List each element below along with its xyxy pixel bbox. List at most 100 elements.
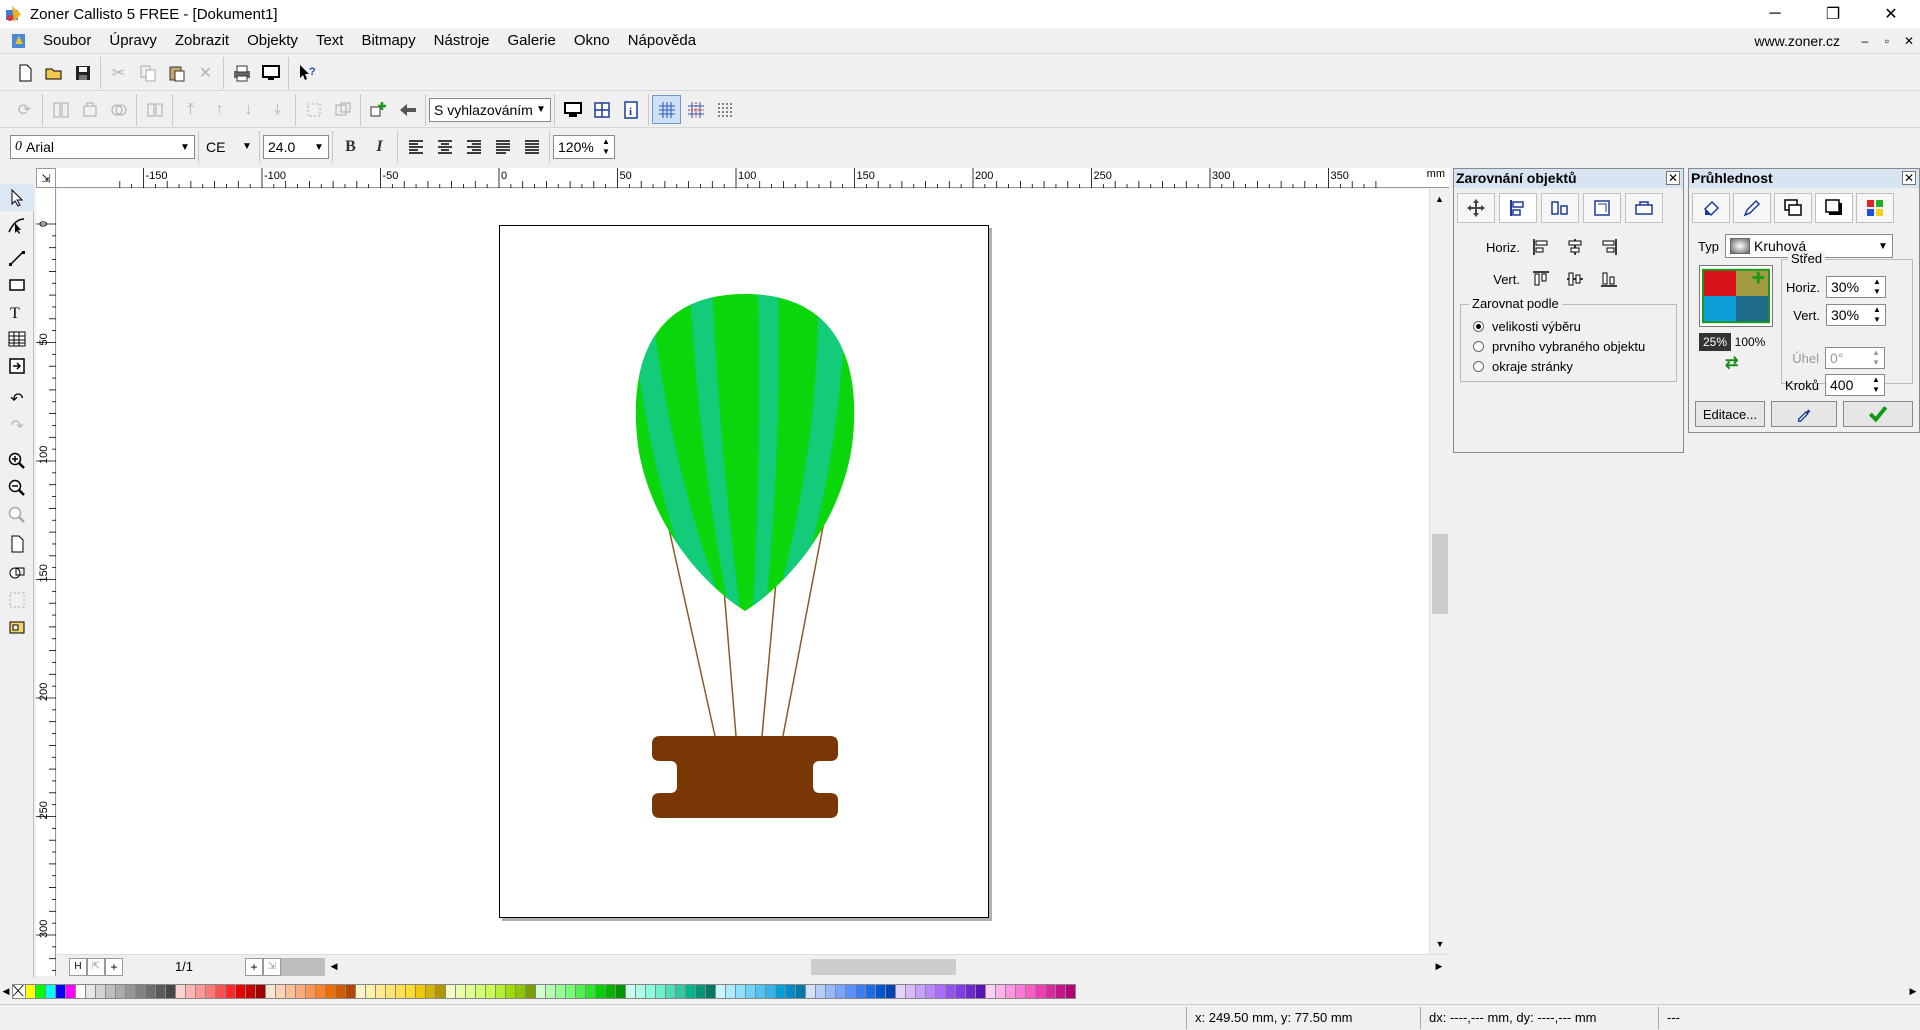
- align-right-icon[interactable]: [459, 133, 488, 162]
- radio-selection-size[interactable]: [1473, 321, 1484, 332]
- menu-objekty[interactable]: Objekty: [238, 28, 307, 54]
- text-tool-icon[interactable]: T: [0, 298, 34, 325]
- combine-icon[interactable]: [104, 95, 133, 124]
- align-panel-close-icon[interactable]: ✕: [1666, 171, 1680, 185]
- color-swatch[interactable]: [926, 983, 936, 999]
- color-swatch[interactable]: [266, 983, 276, 999]
- tab-shadow-icon[interactable]: [1815, 193, 1853, 223]
- stepper-arrows-icon[interactable]: ▲ ▼: [1869, 305, 1885, 325]
- center-vert-stepper[interactable]: 30% ▲ ▼: [1826, 304, 1886, 326]
- color-swatch[interactable]: [506, 983, 516, 999]
- zoom-fit-icon[interactable]: [0, 586, 34, 613]
- color-swatch[interactable]: [656, 983, 666, 999]
- chevron-down-icon[interactable]: ▼: [310, 136, 328, 158]
- tab-color-icon[interactable]: [1856, 193, 1894, 223]
- color-swatch[interactable]: [936, 983, 946, 999]
- color-swatch[interactable]: [446, 983, 456, 999]
- chevron-down-icon[interactable]: ▼: [532, 99, 550, 121]
- bold-button[interactable]: B: [336, 133, 365, 162]
- color-swatch[interactable]: [566, 983, 576, 999]
- color-swatch[interactable]: [896, 983, 906, 999]
- color-swatch[interactable]: [466, 983, 476, 999]
- group-icon[interactable]: [46, 95, 75, 124]
- color-swatch[interactable]: [126, 983, 136, 999]
- color-swatch[interactable]: [666, 983, 676, 999]
- font-size-select[interactable]: 24.0 ▼: [263, 135, 329, 159]
- horizontal-scroll-thumb[interactable]: [811, 958, 956, 975]
- color-swatch[interactable]: [556, 983, 566, 999]
- close-button[interactable]: ✕: [1862, 0, 1920, 28]
- align-top-edges-icon[interactable]: [1528, 266, 1554, 292]
- align-left-icon[interactable]: [401, 133, 430, 162]
- align-left-edges-icon[interactable]: [1528, 234, 1554, 260]
- align-center-icon[interactable]: [430, 133, 459, 162]
- italic-button[interactable]: I: [365, 133, 394, 162]
- table-tool-icon[interactable]: [0, 325, 34, 352]
- color-swatch[interactable]: [746, 983, 756, 999]
- align-option-selection-size[interactable]: velikosti výběru: [1473, 319, 1581, 334]
- color-swatch[interactable]: [146, 983, 156, 999]
- menu-okno[interactable]: Okno: [565, 28, 619, 54]
- vertical-scroll-thumb[interactable]: [1432, 534, 1448, 614]
- color-swatch[interactable]: [586, 983, 596, 999]
- color-swatch[interactable]: [646, 983, 656, 999]
- info-icon[interactable]: i: [616, 95, 645, 124]
- color-swatch[interactable]: [236, 983, 246, 999]
- mdi-close-button[interactable]: ✕: [1898, 34, 1920, 48]
- select-tool-icon[interactable]: [0, 184, 34, 211]
- tab-splitter-handle[interactable]: [281, 957, 325, 976]
- color-swatch[interactable]: [766, 983, 776, 999]
- color-swatch[interactable]: [486, 983, 496, 999]
- end-transparency-value[interactable]: 100%: [1731, 333, 1769, 351]
- color-swatch[interactable]: [996, 983, 1006, 999]
- balloon-envelope[interactable]: [620, 286, 870, 626]
- zoner-site-link[interactable]: www.zoner.cz: [1754, 33, 1840, 49]
- color-swatch[interactable]: [1046, 983, 1056, 999]
- menu-galerie[interactable]: Galerie: [499, 28, 565, 54]
- color-swatch[interactable]: [796, 983, 806, 999]
- menu-upravy[interactable]: Úpravy: [100, 28, 166, 54]
- minimize-button[interactable]: ─: [1746, 0, 1804, 28]
- palette-scroll-right-icon[interactable]: ▶: [1906, 986, 1920, 997]
- align-right-edges-icon[interactable]: [1596, 234, 1622, 260]
- scroll-up-icon[interactable]: ▲: [1430, 189, 1449, 209]
- color-swatch[interactable]: [516, 983, 526, 999]
- align-bottom-edges-icon[interactable]: [1596, 266, 1622, 292]
- color-swatch[interactable]: [46, 983, 56, 999]
- color-swatch[interactable]: [406, 983, 416, 999]
- color-swatch[interactable]: [136, 983, 146, 999]
- mdi-minimize-button[interactable]: –: [1854, 34, 1876, 48]
- color-swatch[interactable]: [256, 983, 266, 999]
- ungroup-icon[interactable]: [75, 95, 104, 124]
- menu-zobrazit[interactable]: Zobrazit: [166, 28, 238, 54]
- color-swatch[interactable]: [1016, 983, 1026, 999]
- page-layout-icon[interactable]: [140, 95, 169, 124]
- color-swatch[interactable]: [956, 983, 966, 999]
- line-tool-icon[interactable]: [0, 244, 34, 271]
- display-icon[interactable]: [558, 95, 587, 124]
- open-folder-icon[interactable]: [39, 58, 68, 87]
- color-swatch[interactable]: [716, 983, 726, 999]
- send-backward-icon[interactable]: ↓: [234, 95, 263, 124]
- insert-page-after-button[interactable]: +: [245, 957, 263, 976]
- color-swatch[interactable]: [626, 983, 636, 999]
- line-spacing-stepper[interactable]: 120% ▲ ▼: [553, 135, 615, 159]
- grid-toggle-icon[interactable]: [652, 95, 681, 124]
- undo-icon[interactable]: ↶: [0, 385, 34, 412]
- context-help-icon[interactable]: ?: [292, 58, 321, 87]
- color-swatch[interactable]: [1066, 983, 1076, 999]
- balloon-basket[interactable]: [652, 736, 838, 818]
- start-transparency-value[interactable]: 25%: [1699, 333, 1731, 351]
- color-swatch[interactable]: [246, 983, 256, 999]
- first-page-button[interactable]: H: [69, 957, 87, 976]
- bring-forward-icon[interactable]: ↑: [205, 95, 234, 124]
- snap-grid-icon[interactable]: [681, 95, 710, 124]
- scroll-down-icon[interactable]: ▼: [1430, 934, 1450, 954]
- color-swatch[interactable]: [346, 983, 356, 999]
- color-swatch[interactable]: [366, 983, 376, 999]
- no-color-swatch[interactable]: [12, 983, 26, 999]
- color-swatch[interactable]: [1036, 983, 1046, 999]
- color-swatch[interactable]: [176, 983, 186, 999]
- color-swatch[interactable]: [696, 983, 706, 999]
- color-swatch[interactable]: [456, 983, 466, 999]
